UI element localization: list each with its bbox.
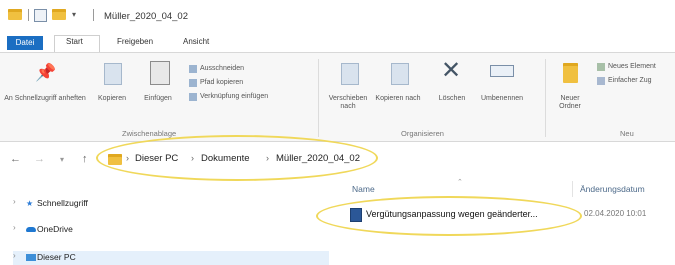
copy-button[interactable]: Kopieren: [90, 95, 134, 103]
breadcrumb-current-folder[interactable]: Müller_2020_04_02: [276, 153, 360, 164]
column-header-date[interactable]: Änderungsdatum: [580, 184, 645, 194]
recent-chevron-icon[interactable]: ▾: [60, 155, 64, 164]
new-folder-quick-icon[interactable]: [52, 9, 66, 20]
column-divider: [572, 181, 573, 197]
breadcrumb-dieser-pc[interactable]: Dieser PC: [135, 153, 178, 164]
new-item-icon[interactable]: [597, 63, 605, 71]
group-separator: [545, 59, 546, 137]
chevron-right-icon[interactable]: ›: [13, 223, 16, 232]
new-folder-icon[interactable]: [563, 63, 578, 83]
easy-access-icon[interactable]: [597, 77, 605, 85]
chevron-right-icon: ›: [266, 153, 269, 163]
group-label-clipboard: Zwischenablage: [122, 129, 177, 138]
breadcrumb-dokumente[interactable]: Dokumente: [201, 153, 250, 164]
computer-icon: [26, 254, 36, 261]
cloud-icon: [26, 227, 36, 232]
paste-button[interactable]: Einfügen: [136, 95, 180, 103]
group-label-new: Neu: [620, 129, 634, 138]
ribbon: 📌 An Schnellzugriff anheften Kopieren Ei…: [0, 52, 675, 142]
shortcut-icon[interactable]: [189, 93, 197, 101]
tab-datei[interactable]: Datei: [7, 36, 43, 50]
folder-icon: [108, 154, 122, 165]
forward-arrow-icon[interactable]: →: [34, 153, 45, 165]
address-row: ← → ▾ ↑ › Dieser PC › Dokumente › Müller…: [0, 141, 675, 175]
copy-path-button[interactable]: Pfad kopieren: [200, 79, 243, 87]
word-document-icon: [350, 208, 362, 222]
group-separator: [318, 59, 319, 137]
ribbon-tabs: Datei Start Freigeben Ansicht: [0, 34, 675, 53]
new-folder-button[interactable]: Neuer Ordner: [550, 95, 590, 111]
copy-path-icon[interactable]: [189, 79, 197, 87]
file-name: Vergütungsanpassung wegen geänderter...: [366, 209, 538, 219]
tab-freigeben[interactable]: Freigeben: [117, 37, 153, 46]
chevron-down-icon[interactable]: ▾: [72, 10, 76, 19]
chevron-right-icon: ›: [191, 153, 194, 163]
paste-icon[interactable]: [150, 61, 170, 85]
chevron-right-icon: ›: [126, 153, 129, 163]
chevron-right-icon[interactable]: ›: [13, 197, 16, 206]
copy-to-button[interactable]: Kopieren nach: [375, 95, 421, 103]
column-header-name[interactable]: Name: [352, 184, 375, 194]
star-icon: ★: [26, 199, 34, 208]
folder-icon: [8, 9, 22, 20]
delete-icon[interactable]: ✕: [441, 59, 461, 83]
up-arrow-icon[interactable]: ↑: [82, 153, 88, 165]
file-row[interactable]: Vergütungsanpassung wegen geänderter... …: [350, 206, 668, 224]
chevron-right-icon[interactable]: ›: [13, 251, 16, 260]
copy-to-icon[interactable]: [391, 63, 409, 85]
tab-ansicht[interactable]: Ansicht: [183, 37, 209, 46]
scissors-icon[interactable]: [189, 65, 197, 73]
separator: [28, 9, 29, 21]
easy-access-button[interactable]: Einfacher Zug: [608, 77, 652, 85]
tab-start[interactable]: Start: [66, 37, 83, 46]
move-to-icon[interactable]: [341, 63, 359, 85]
cut-button[interactable]: Ausschneiden: [200, 65, 244, 73]
nav-item-dieser-pc[interactable]: › Dieser PC: [13, 251, 329, 265]
title-bar: ▾ Müller_2020_04_02: [0, 0, 675, 34]
rename-button[interactable]: Umbenennen: [476, 95, 528, 103]
rename-icon[interactable]: [490, 65, 514, 77]
back-arrow-icon[interactable]: ←: [10, 153, 21, 165]
sort-chevron-icon: ⌃: [457, 179, 463, 186]
new-item-button[interactable]: Neues Element: [608, 63, 656, 71]
window-title: Müller_2020_04_02: [104, 11, 188, 22]
copy-icon[interactable]: [104, 63, 122, 85]
file-date: 02.04.2020 10:01: [584, 209, 647, 218]
properties-icon[interactable]: [34, 9, 47, 22]
delete-button[interactable]: Löschen: [432, 95, 472, 103]
group-label-organize: Organisieren: [401, 129, 444, 138]
pin-icon[interactable]: 📌: [35, 63, 56, 83]
paste-shortcut-button[interactable]: Verknüpfung einfügen: [200, 93, 268, 101]
move-to-button[interactable]: Verschieben nach: [325, 95, 371, 111]
separator: [93, 9, 94, 21]
pin-quick-access-button[interactable]: An Schnellzugriff anheften: [2, 95, 88, 103]
